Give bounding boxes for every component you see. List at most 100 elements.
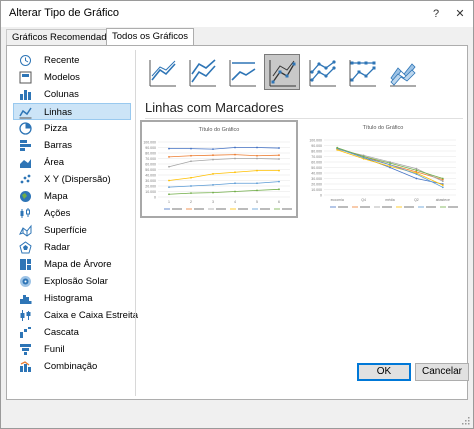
sidebar-item-templates[interactable]: Modelos: [14, 69, 132, 86]
legend-text-placeholder: [360, 206, 370, 208]
sidebar-item-funnel[interactable]: Funil: [14, 341, 132, 358]
sidebar-item-sunburst[interactable]: Explosão Solar: [14, 273, 132, 290]
data-point: [190, 160, 192, 163]
data-point: [168, 193, 170, 196]
sidebar-item-stock-chart[interactable]: Ações: [14, 205, 132, 222]
subtype-line-with-markers[interactable]: [264, 54, 300, 90]
section-divider: [145, 118, 463, 119]
x-tick-label: ecoomia: [331, 198, 344, 202]
help-button[interactable]: ?: [427, 5, 445, 23]
sidebar-item-label: Mapa de Árvore: [44, 259, 112, 270]
data-point: [168, 147, 170, 150]
y-tick-label: 80.000: [311, 150, 322, 154]
sidebar-item-surface-chart[interactable]: Superfície: [14, 222, 132, 239]
sidebar-item-label: Ações: [44, 208, 71, 219]
data-point: [234, 153, 236, 156]
stock-chart-icon: [20, 208, 30, 218]
sidebar-item-radar-chart[interactable]: Radar: [14, 239, 132, 256]
line-chart-icon: [19, 107, 32, 119]
data-point: [256, 189, 258, 192]
data-point: [278, 188, 280, 191]
sidebar-item-bar-chart[interactable]: Barras: [14, 137, 132, 154]
close-button[interactable]: ✕: [451, 5, 469, 23]
data-point: [256, 169, 258, 172]
sidebar-item-line-chart[interactable]: Linhas: [13, 103, 131, 120]
y-tick-label: 90.000: [145, 146, 156, 150]
chart-category-list: Recente Modelos Colunas Linhas Pizza Barras Ár…: [13, 52, 138, 392]
area-chart-icon: [20, 159, 31, 168]
sidebar-item-combo-chart[interactable]: Combinação: [14, 358, 132, 375]
subtype-stacked-line-with-markers[interactable]: [304, 54, 340, 90]
legend-text-placeholder: [448, 206, 458, 208]
legend-text-placeholder: [194, 208, 204, 210]
radar-chart-icon: [19, 241, 32, 254]
data-point: [415, 177, 418, 180]
stacked-line-subtype-icon: [189, 59, 216, 87]
surface-chart-icon: [19, 224, 32, 237]
data-point: [168, 155, 170, 158]
sidebar-item-label: Superfície: [44, 225, 87, 236]
sidebar-item-area-chart[interactable]: Área: [14, 154, 132, 171]
sidebar-item-waterfall[interactable]: Cascata: [14, 324, 132, 341]
title-bar: Alterar Tipo de Gráfico ? ✕: [1, 1, 473, 27]
legend-text-placeholder: [338, 206, 348, 208]
column-chart-icon: [20, 90, 31, 100]
subtype-100-stacked-line-with-markers[interactable]: [344, 54, 380, 90]
data-point: [168, 165, 170, 168]
series-line: [168, 154, 280, 158]
resize-grip-icon[interactable]: [462, 417, 470, 425]
sidebar-item-map-chart[interactable]: Mapa: [14, 188, 132, 205]
sidebar-item-scatter-chart[interactable]: X Y (Dispersão): [14, 171, 132, 188]
data-point: [389, 162, 391, 164]
waterfall-icon: [20, 327, 31, 338]
legend-text-placeholder: [426, 206, 436, 208]
legend-text-placeholder: [216, 208, 226, 210]
y-tick-label: 40.000: [145, 174, 156, 178]
data-point: [234, 171, 236, 174]
y-tick-label: 80.000: [145, 152, 156, 156]
sidebar-item-label: Histograma: [44, 293, 93, 304]
ok-button[interactable]: OK: [357, 363, 411, 381]
y-tick-label: 50.000: [311, 166, 322, 170]
chart-preview-1[interactable]: Título do Gráfico 100.000 90.000 80.000 70.…: [140, 120, 298, 218]
data-point: [415, 169, 418, 172]
sidebar-item-label: Explosão Solar: [44, 276, 108, 287]
sidebar-item-histogram[interactable]: Histograma: [14, 290, 132, 307]
data-point: [168, 186, 170, 188]
sunburst-icon: [20, 276, 31, 287]
sidebar-item-recent[interactable]: Recente: [14, 52, 132, 69]
sidebar-item-column-chart[interactable]: Colunas: [14, 86, 132, 103]
sidebar-item-pie-chart[interactable]: Pizza: [14, 120, 132, 137]
sidebar-item-box-whisker[interactable]: Caixa e Caixa Estreita: [14, 307, 138, 324]
percent-stacked-line-markers-subtype-icon: [349, 60, 376, 87]
data-point: [441, 180, 444, 183]
x-tick-label: média: [385, 198, 395, 202]
subtype-stacked-line[interactable]: [184, 54, 220, 90]
pie-chart-icon: [19, 122, 32, 135]
cancel-button[interactable]: Cancelar: [415, 363, 469, 381]
dialog-title: Alterar Tipo de Gráfico: [9, 7, 120, 19]
sidebar-item-label: Combinação: [44, 361, 98, 372]
y-tick-label: 20.000: [311, 183, 322, 187]
subtype-100-stacked-line[interactable]: [224, 54, 260, 90]
y-tick-label: 70.000: [145, 157, 156, 161]
y-tick-label: 20.000: [145, 185, 156, 189]
subtype-3d-line[interactable]: [384, 54, 420, 90]
series-line: [168, 158, 280, 168]
y-tick-label: 100.000: [309, 139, 322, 143]
subtype-line[interactable]: [144, 54, 180, 90]
tab-all-charts[interactable]: Todos os Gráficos: [106, 28, 195, 46]
map-chart-icon: [20, 191, 31, 202]
chart-preview-2[interactable]: Título do Gráfico 100.000 90.000 80.000 70.…: [304, 120, 462, 218]
sidebar-item-label: Cascata: [44, 327, 79, 338]
data-point: [336, 146, 339, 149]
legend-text-placeholder: [404, 206, 414, 208]
sidebar-item-label: Funil: [44, 344, 65, 355]
y-tick-label: 50.000: [145, 168, 156, 172]
series-line: [168, 188, 280, 195]
sidebar-item-treemap[interactable]: Mapa de Árvore: [14, 256, 132, 273]
data-point: [234, 146, 236, 149]
stacked-line-markers-subtype-icon: [309, 60, 336, 87]
data-point: [441, 186, 444, 189]
x-tick-label: 2: [190, 200, 192, 204]
